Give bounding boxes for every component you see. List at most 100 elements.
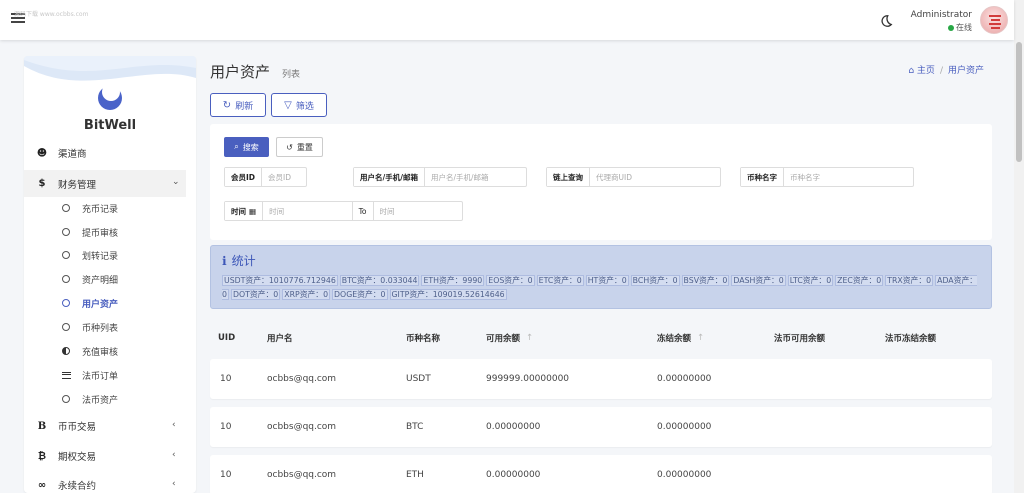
stat-item: TRX资产：0 bbox=[885, 275, 934, 286]
time-to-label: To bbox=[352, 202, 374, 220]
stat-item: HT资产：0 bbox=[585, 275, 629, 286]
username-label: 用户名/手机/邮箱 bbox=[354, 168, 425, 186]
avatar[interactable] bbox=[980, 6, 1008, 34]
user-name[interactable]: Administrator bbox=[911, 9, 972, 21]
scrollbar-thumb[interactable] bbox=[1016, 42, 1022, 162]
circle-icon bbox=[62, 251, 70, 259]
sidebar-item-perpetual[interactable]: ∞ 永续合约 bbox=[34, 474, 96, 493]
page-scrollbar[interactable] bbox=[1014, 0, 1024, 493]
col-currency: 币种名称 bbox=[406, 334, 441, 344]
col-available-label: 可用余额 bbox=[486, 334, 521, 344]
page-title: 用户资产 bbox=[210, 63, 271, 81]
sidebar-subitem-transfer-records[interactable]: 划转记录 bbox=[62, 246, 118, 264]
member-id-label: 会员ID bbox=[225, 168, 263, 186]
table-row: 10 ocbbs@qq.com BTC 0.00000000 0.0000000… bbox=[210, 407, 992, 447]
stat-item: GITP资产：109019.52614646 bbox=[389, 289, 507, 300]
chevron-left-icon[interactable]: ‹ bbox=[172, 450, 176, 460]
time-end-input[interactable]: 时间 bbox=[374, 202, 463, 220]
sidebar-subitem-user-assets[interactable]: 用户资产 bbox=[62, 294, 118, 312]
circle-icon bbox=[62, 275, 70, 283]
sidebar-item-options-trading[interactable]: ₿ 期权交易 bbox=[34, 445, 96, 467]
subitem-label: 提币审核 bbox=[82, 228, 119, 239]
search-button-label: 搜索 bbox=[242, 142, 259, 152]
currency-name-label: 币种名字 bbox=[741, 168, 784, 186]
sidebar-item-label: 币币交易 bbox=[58, 422, 97, 433]
dark-mode-moon-icon[interactable] bbox=[879, 14, 893, 28]
breadcrumb: ⌂ 主页 / 用户资产 bbox=[908, 63, 984, 76]
user-status-text: 在线 bbox=[956, 23, 972, 32]
cell-uid: 10 bbox=[220, 422, 232, 432]
stats-body: USDT资产：1010776.712946 BTC资产：0.033044 ETH资产… bbox=[222, 274, 986, 302]
breadcrumb-current: 用户资产 bbox=[947, 66, 984, 76]
circle-icon bbox=[62, 299, 70, 307]
sidebar-subitem-fiat-orders[interactable]: 法币订单 bbox=[62, 366, 118, 384]
refresh-label: 刷新 bbox=[235, 101, 254, 112]
search-button[interactable]: ⌕ 搜索 bbox=[224, 137, 269, 157]
sidebar-item-label: 财务管理 bbox=[58, 179, 97, 191]
filter-button[interactable]: ▽ 筛选 bbox=[271, 93, 327, 117]
sidebar-item-spot-trading[interactable]: B 币币交易 bbox=[34, 415, 96, 437]
dollar-icon: $ bbox=[38, 178, 46, 189]
sidebar-subitem-recharge-review[interactable]: 充值审核 bbox=[62, 342, 118, 360]
cell-available: 999999.00000000 bbox=[486, 374, 570, 384]
currency-name-input[interactable]: 币种名字 bbox=[784, 168, 913, 186]
sidebar-subitem-fiat-assets[interactable]: 法币资产 bbox=[62, 390, 118, 408]
online-dot-icon bbox=[948, 24, 954, 31]
sidebar-subitem-asset-details[interactable]: 资产明细 bbox=[62, 270, 118, 288]
stat-item: DOT资产：0 bbox=[230, 289, 281, 300]
table-header: UID 用户名 币种名称 可用余额 ↑ 冻结余额 ↑ 法币可用余额 法币冻结余额 bbox=[210, 322, 992, 354]
stat-item: BTC资产：0.033044 bbox=[339, 275, 420, 286]
sidebar-item-channel[interactable]: ☻ 渠道商 bbox=[34, 142, 87, 164]
breadcrumb-separator: / bbox=[939, 66, 943, 76]
circle-icon bbox=[62, 323, 70, 331]
col-fiat-frozen: 法币冻结余额 bbox=[885, 334, 937, 344]
stat-item: BCH资产：0 bbox=[630, 275, 680, 286]
subitem-label: 划转记录 bbox=[82, 251, 119, 262]
chevron-left-icon[interactable]: ‹ bbox=[172, 479, 176, 489]
circle-icon bbox=[62, 395, 70, 403]
sort-arrow-icon[interactable]: ↑ bbox=[526, 333, 533, 343]
cell-currency: BTC bbox=[406, 422, 424, 432]
username-input[interactable]: 用户名/手机/邮箱 bbox=[425, 168, 526, 186]
calendar-icon: ▦ bbox=[249, 206, 257, 216]
chevron-down-icon[interactable]: ⌄ bbox=[172, 177, 180, 187]
sidebar-subitem-deposit-records[interactable]: 充币记录 bbox=[62, 199, 118, 217]
col-available[interactable]: 可用余额 ↑ bbox=[486, 322, 533, 354]
brand-name: BitWell bbox=[83, 118, 137, 133]
breadcrumb-home[interactable]: 主页 bbox=[917, 66, 935, 76]
chevron-left-icon[interactable]: ‹ bbox=[172, 420, 176, 430]
username-field: 用户名/手机/邮箱 用户名/手机/邮箱 bbox=[353, 167, 527, 187]
stat-item: USDT资产：1010776.712946 bbox=[222, 275, 338, 286]
member-id-input[interactable]: 会员ID bbox=[262, 168, 306, 186]
stat-item: EOS资产：0 bbox=[486, 275, 535, 286]
cell-username: ocbbs@qq.com bbox=[267, 422, 337, 432]
col-frozen[interactable]: 冻结余额 ↑ bbox=[657, 322, 704, 354]
refresh-button[interactable]: ↻ 刷新 bbox=[210, 93, 266, 117]
sidebar-subitem-currency-list[interactable]: 币种列表 bbox=[62, 318, 118, 336]
time-label-text: 时间 bbox=[231, 206, 246, 216]
sidebar-item-label: 期权交易 bbox=[58, 452, 97, 463]
chain-query-input[interactable]: 代理商UID bbox=[590, 168, 720, 186]
sidebar-subitem-withdraw-review[interactable]: 提币审核 bbox=[62, 223, 118, 241]
cell-uid: 10 bbox=[220, 374, 232, 384]
reset-button[interactable]: ↺ 重置 bbox=[276, 137, 323, 157]
table-row: 10 ocbbs@qq.com ETH 0.00000000 0.0000000… bbox=[210, 455, 992, 493]
col-username: 用户名 bbox=[267, 334, 293, 344]
info-icon: ℹ bbox=[222, 254, 227, 268]
reset-icon: ↺ bbox=[286, 142, 293, 152]
subitem-label: 法币资产 bbox=[82, 395, 119, 406]
bitwell-logo-icon bbox=[98, 83, 122, 110]
users-icon: ☻ bbox=[36, 147, 48, 159]
cell-frozen: 0.00000000 bbox=[657, 422, 712, 432]
sidebar: BitWell ☻ 渠道商 $ 财务管理 ⌄ 充币记录 提币审核 划转记录 资产… bbox=[24, 56, 196, 493]
cell-available: 0.00000000 bbox=[486, 422, 541, 432]
chain-query-field: 链上查询 代理商UID bbox=[546, 167, 721, 187]
time-start-input[interactable]: 时间 bbox=[263, 202, 353, 220]
col-frozen-label: 冻结余额 bbox=[657, 334, 692, 344]
sidebar-item-finance[interactable]: $ 财务管理 bbox=[34, 170, 97, 197]
page-subtitle: 列表 bbox=[282, 70, 301, 80]
stat-item: XRP资产：0 bbox=[282, 289, 331, 300]
sort-arrow-icon[interactable]: ↑ bbox=[697, 333, 704, 343]
circle-icon bbox=[62, 228, 70, 236]
refresh-icon: ↻ bbox=[222, 99, 232, 111]
